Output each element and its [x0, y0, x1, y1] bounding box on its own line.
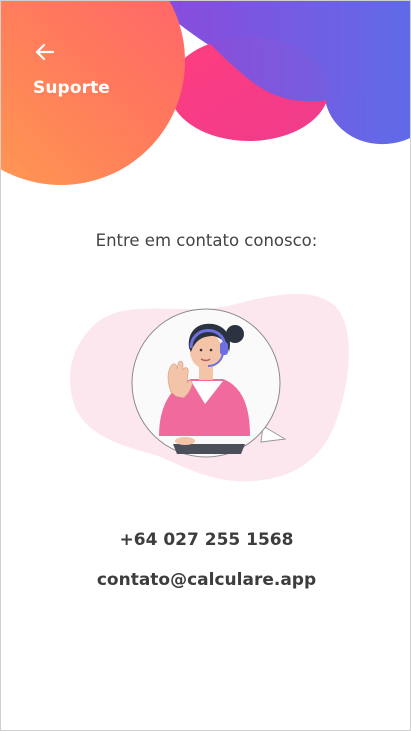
page-title: Suporte: [33, 78, 110, 98]
support-screen: Suporte Entre em contato conosco: +64 02…: [0, 0, 411, 731]
back-button[interactable]: [31, 39, 59, 65]
arrow-left-icon: [35, 43, 55, 61]
contact-intro-text: Entre em contato conosco:: [95, 231, 318, 250]
support-agent-illustration: [69, 293, 349, 482]
phone-link[interactable]: +64 027 255 1568: [1, 530, 410, 550]
header-decoration: [1, 1, 410, 185]
email-link[interactable]: contato@calculare.app: [1, 570, 410, 590]
